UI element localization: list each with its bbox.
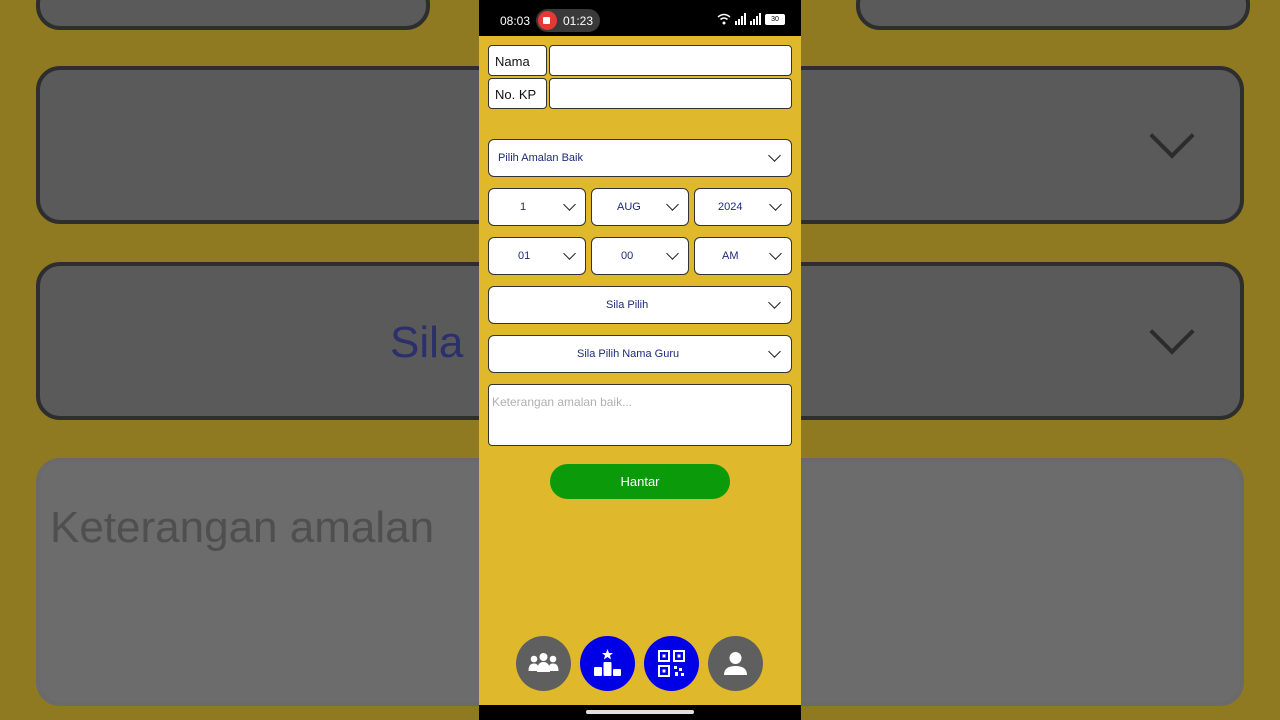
notes-textarea[interactable] [488, 384, 792, 446]
category-select-value: Sila Pilih [606, 299, 649, 311]
chevron-down-icon [768, 296, 781, 309]
person-icon [724, 652, 747, 675]
status-icons: 30 [717, 13, 785, 25]
chevron-down-icon [563, 247, 576, 260]
year-select-value: 2024 [718, 201, 743, 213]
signal-icon [735, 13, 746, 25]
phone-screen: 08:03 01:23 30 Nama No. KP Pilih Amalan … [479, 0, 801, 720]
submit-button[interactable]: Hantar [550, 464, 730, 499]
nokp-input[interactable] [549, 78, 792, 109]
record-icon [538, 11, 557, 30]
chevron-down-icon [666, 198, 679, 211]
bg-panel-top-right [856, 0, 1250, 30]
nav-group-button[interactable] [516, 636, 571, 691]
minute-select-value: 00 [621, 250, 634, 262]
year-select[interactable]: 2024 [694, 188, 792, 226]
battery-icon: 30 [765, 14, 785, 25]
group-icon [528, 653, 559, 672]
bg-notes-text: Keterangan amalan [50, 503, 435, 552]
home-indicator[interactable] [586, 710, 694, 714]
status-time: 08:03 [500, 14, 531, 28]
nav-profile-button[interactable] [708, 636, 763, 691]
amalan-select[interactable]: Pilih Amalan Baik [488, 139, 792, 177]
teacher-select-value: Sila Pilih Nama Guru [577, 348, 680, 360]
nav-qr-button[interactable] [644, 636, 699, 691]
month-select[interactable]: AUG [591, 188, 689, 226]
signal-icon [750, 13, 761, 25]
day-select-value: 1 [520, 201, 527, 213]
chevron-down-icon [666, 247, 679, 260]
amalan-select-value: Pilih Amalan Baik [498, 152, 583, 164]
nav-podium-button[interactable] [580, 636, 635, 691]
chevron-down-icon [769, 198, 782, 211]
chevron-down-icon [768, 345, 781, 358]
screen-recording-indicator[interactable]: 01:23 [536, 9, 600, 32]
nama-label: Nama [488, 45, 547, 76]
minute-select[interactable]: 00 [591, 237, 689, 275]
chevron-down-icon [563, 198, 576, 211]
day-select[interactable]: 1 [488, 188, 586, 226]
qr-code-icon [658, 650, 685, 677]
nokp-label: No. KP [488, 78, 547, 109]
ampm-select-value: AM [722, 250, 739, 262]
hour-select[interactable]: 01 [488, 237, 586, 275]
podium-icon [594, 649, 621, 676]
month-select-value: AUG [617, 201, 641, 213]
nama-input[interactable] [549, 45, 792, 76]
hour-select-value: 01 [518, 250, 531, 262]
teacher-select[interactable]: Sila Pilih Nama Guru [488, 335, 792, 373]
chevron-down-icon [768, 149, 781, 162]
wifi-icon [717, 13, 731, 25]
recording-time: 01:23 [563, 14, 594, 28]
bg-panel-top-left [36, 0, 430, 30]
status-bar: 08:03 01:23 30 [479, 0, 801, 36]
chevron-down-icon [769, 247, 782, 260]
category-select[interactable]: Sila Pilih [488, 286, 792, 324]
ampm-select[interactable]: AM [694, 237, 792, 275]
